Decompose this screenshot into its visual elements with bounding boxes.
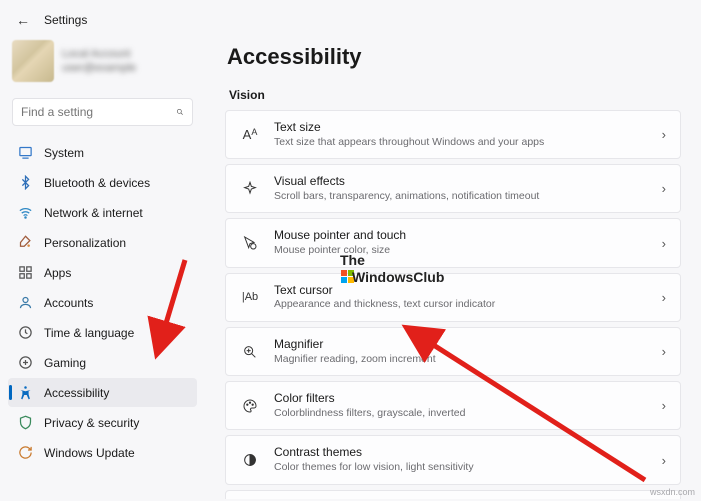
- update-icon: [18, 445, 33, 460]
- chevron-right-icon: ›: [662, 398, 666, 413]
- sidebar-nav: System Bluetooth & devices Network & int…: [8, 138, 197, 467]
- sidebar-item-label: Time & language: [44, 326, 134, 340]
- sidebar-item-gaming[interactable]: Gaming: [8, 348, 197, 377]
- sidebar-item-privacy[interactable]: Privacy & security: [8, 408, 197, 437]
- gaming-icon: [18, 355, 33, 370]
- search-field[interactable]: [12, 98, 193, 126]
- page-title: Accessibility: [227, 44, 681, 70]
- wifi-icon: [18, 205, 33, 220]
- sparkle-icon: [240, 181, 260, 197]
- card-sub: Colorblindness filters, grayscale, inver…: [274, 407, 648, 421]
- card-title: Contrast themes: [274, 445, 648, 461]
- profile-text: Local Account user@example: [62, 47, 136, 76]
- card-mouse-pointer[interactable]: Mouse pointer and touch Mouse pointer co…: [225, 218, 681, 267]
- card-title: Mouse pointer and touch: [274, 228, 648, 244]
- person-icon: [18, 295, 33, 310]
- sidebar: Local Account user@example System Blueto…: [0, 32, 205, 499]
- bluetooth-icon: [18, 175, 33, 190]
- chevron-right-icon: ›: [662, 453, 666, 468]
- sidebar-item-accessibility[interactable]: Accessibility: [8, 378, 197, 407]
- sidebar-item-label: Accounts: [44, 296, 93, 310]
- card-visual-effects[interactable]: Visual effects Scroll bars, transparency…: [225, 164, 681, 213]
- sidebar-item-label: System: [44, 146, 84, 160]
- sidebar-item-accounts[interactable]: Accounts: [8, 288, 197, 317]
- card-sub: Text size that appears throughout Window…: [274, 136, 648, 150]
- sidebar-item-label: Apps: [44, 266, 71, 280]
- card-sub: Mouse pointer color, size: [274, 244, 648, 258]
- sidebar-item-label: Windows Update: [44, 446, 135, 460]
- chevron-right-icon: ›: [662, 290, 666, 305]
- card-narrator[interactable]: Narrator Voice, verbosity, keyboard, bra…: [225, 490, 681, 499]
- text-cursor-icon: |Ab: [240, 291, 260, 303]
- sidebar-item-label: Accessibility: [44, 386, 109, 400]
- card-sub: Color themes for low vision, light sensi…: [274, 461, 648, 475]
- paint-icon: [18, 235, 33, 250]
- sidebar-item-system[interactable]: System: [8, 138, 197, 167]
- system-icon: [18, 145, 33, 160]
- card-title: Magnifier: [274, 337, 648, 353]
- sidebar-item-label: Bluetooth & devices: [44, 176, 150, 190]
- text-size-icon: AA: [240, 127, 260, 142]
- sidebar-item-apps[interactable]: Apps: [8, 258, 197, 287]
- shield-icon: [18, 415, 33, 430]
- apps-icon: [18, 265, 33, 280]
- chevron-right-icon: ›: [662, 236, 666, 251]
- card-magnifier[interactable]: Magnifier Magnifier reading, zoom increm…: [225, 327, 681, 376]
- sidebar-item-update[interactable]: Windows Update: [8, 438, 197, 467]
- card-text-cursor[interactable]: |Ab Text cursor Appearance and thickness…: [225, 273, 681, 322]
- search-icon: [176, 105, 184, 119]
- main-content: Accessibility Vision AA Text size Text s…: [205, 32, 701, 499]
- sidebar-item-personalization[interactable]: Personalization: [8, 228, 197, 257]
- sidebar-item-network[interactable]: Network & internet: [8, 198, 197, 227]
- chevron-right-icon: ›: [662, 127, 666, 142]
- card-text-size[interactable]: AA Text size Text size that appears thro…: [225, 110, 681, 159]
- sidebar-item-time[interactable]: Time & language: [8, 318, 197, 347]
- avatar: [12, 40, 54, 82]
- sidebar-item-label: Network & internet: [44, 206, 143, 220]
- card-sub: Scroll bars, transparency, animations, n…: [274, 190, 648, 204]
- profile-block[interactable]: Local Account user@example: [8, 36, 197, 92]
- magnifier-icon: [240, 344, 260, 360]
- search-input[interactable]: [21, 105, 176, 119]
- clock-icon: [18, 325, 33, 340]
- section-label: Vision: [229, 88, 681, 102]
- image-credit: wsxdn.com: [650, 487, 695, 497]
- accessibility-icon: [18, 385, 33, 400]
- sidebar-item-label: Gaming: [44, 356, 86, 370]
- card-contrast-themes[interactable]: Contrast themes Color themes for low vis…: [225, 435, 681, 484]
- card-title: Text size: [274, 120, 648, 136]
- card-sub: Magnifier reading, zoom increment: [274, 353, 648, 367]
- back-button[interactable]: ←: [16, 12, 30, 28]
- chevron-right-icon: ›: [662, 181, 666, 196]
- card-title: Color filters: [274, 391, 648, 407]
- sidebar-item-label: Personalization: [44, 236, 126, 250]
- chevron-right-icon: ›: [662, 344, 666, 359]
- palette-icon: [240, 398, 260, 414]
- card-sub: Appearance and thickness, text cursor in…: [274, 298, 648, 312]
- window-title: Settings: [44, 13, 87, 27]
- contrast-icon: [240, 452, 260, 468]
- mouse-pointer-icon: [240, 235, 260, 251]
- card-title: Visual effects: [274, 174, 648, 190]
- card-title: Text cursor: [274, 283, 648, 299]
- card-color-filters[interactable]: Color filters Colorblindness filters, gr…: [225, 381, 681, 430]
- sidebar-item-bluetooth[interactable]: Bluetooth & devices: [8, 168, 197, 197]
- sidebar-item-label: Privacy & security: [44, 416, 139, 430]
